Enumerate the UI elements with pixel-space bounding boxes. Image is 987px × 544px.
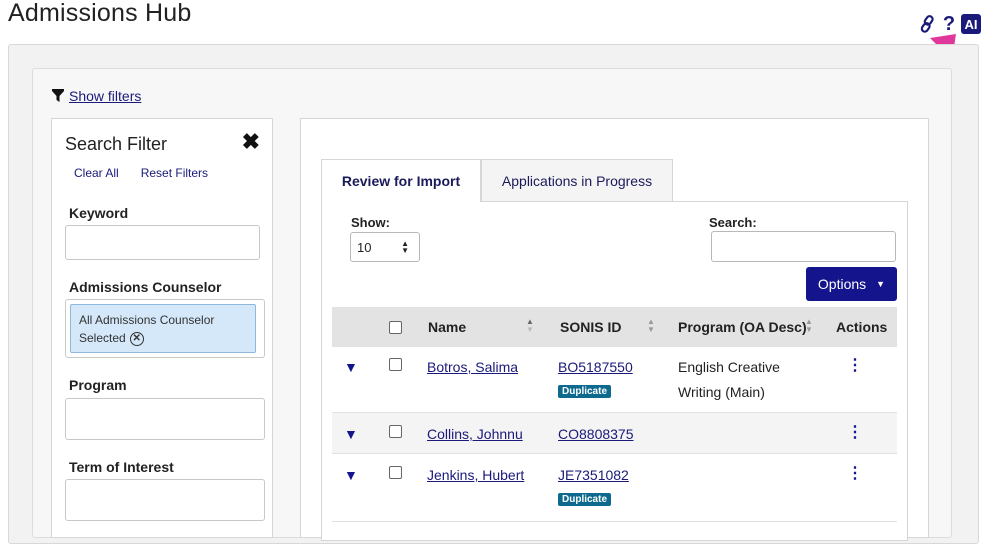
page-title: Admissions Hub <box>8 0 192 27</box>
reset-filters-link[interactable]: Reset Filters <box>141 166 208 180</box>
column-header-sonis-id[interactable]: SONIS ID <box>560 307 621 347</box>
row-checkbox[interactable] <box>389 425 402 438</box>
table-row: ▼ Botros, Salima BO5187550 Duplicate Eng… <box>332 347 897 413</box>
page-size-value: 10 <box>357 239 372 255</box>
column-header-actions: Actions <box>836 319 888 335</box>
sonis-id-link[interactable]: JE7351082 <box>558 467 629 483</box>
options-label: Options <box>817 276 867 292</box>
term-of-interest-label: Term of Interest <box>69 459 174 475</box>
keyword-label: Keyword <box>69 205 129 221</box>
admissions-counselor-select[interactable]: All Admissions Counselor Selected ✕ <box>65 299 265 358</box>
applicant-name-link[interactable]: Jenkins, Hubert <box>427 467 524 483</box>
table-row: ▼ Collins, Johnnu CO8808375 ⋮ <box>332 413 897 454</box>
applicant-name-link[interactable]: Collins, Johnnu <box>427 426 523 442</box>
page-size-select[interactable]: 10 ▲ ▼ <box>350 232 420 262</box>
program-label: Program <box>69 377 127 393</box>
term-of-interest-input[interactable] <box>65 479 265 521</box>
program-input[interactable] <box>65 398 265 440</box>
expand-row-icon[interactable]: ▼ <box>344 426 358 442</box>
sonis-id-link[interactable]: BO5187550 <box>558 359 633 375</box>
row-actions-icon[interactable]: ⋮ <box>847 466 863 482</box>
keyword-input[interactable] <box>65 225 260 260</box>
table-header: Name ▲ ▼ SONIS ID ▲ ▼ Program (OA Desc) ▲ ▼… <box>332 307 897 347</box>
show-label: Show: <box>351 215 390 230</box>
search-input[interactable] <box>711 231 896 262</box>
close-icon[interactable]: ✖ <box>242 131 260 153</box>
expand-row-icon[interactable]: ▼ <box>344 467 358 483</box>
tab-review-for-import[interactable]: Review for Import <box>321 159 481 202</box>
sort-icon[interactable]: ▲ ▼ <box>805 318 813 334</box>
tab-applications-in-progress[interactable]: Applications in Progress <box>481 159 673 202</box>
selected-counselor-chip: All Admissions Counselor Selected ✕ <box>70 304 256 353</box>
row-actions-icon[interactable]: ⋮ <box>847 358 863 374</box>
search-label: Search: <box>709 215 757 230</box>
program-line-2: Writing (Main) <box>678 384 765 400</box>
sort-icon[interactable]: ▲ ▼ <box>647 318 655 334</box>
row-actions-icon[interactable]: ⋮ <box>847 425 863 441</box>
search-filter-panel: Search Filter ✖ Clear All Reset Filters … <box>51 118 273 538</box>
expand-row-icon[interactable]: ▼ <box>344 359 358 375</box>
sonis-id-link[interactable]: CO8808375 <box>558 426 634 442</box>
show-filters-toggle[interactable]: Show filters <box>52 88 141 104</box>
chevron-down-icon: ▼ <box>876 279 886 289</box>
search-filter-title: Search Filter <box>65 134 168 154</box>
applicant-name-link[interactable]: Botros, Salima <box>427 359 518 375</box>
select-caret-icon: ▲ ▼ <box>401 239 409 255</box>
column-header-program[interactable]: Program (OA Desc) <box>678 307 807 347</box>
options-button[interactable]: Options ▼ <box>806 267 897 301</box>
column-header-name[interactable]: Name <box>428 307 466 347</box>
table-row: ▼ Jenkins, Hubert JE7351082 Duplicate ⋮ <box>332 454 897 522</box>
program-line-1: English Creative <box>678 359 780 375</box>
admissions-counselor-label: Admissions Counselor <box>69 279 222 295</box>
sort-icon[interactable]: ▲ ▼ <box>526 318 534 334</box>
row-checkbox[interactable] <box>389 358 402 371</box>
select-all-checkbox[interactable] <box>389 307 402 347</box>
row-checkbox[interactable] <box>389 466 402 479</box>
remove-chip-icon[interactable]: ✕ <box>129 331 144 346</box>
show-filters-link[interactable]: Show filters <box>69 88 141 104</box>
duplicate-badge: Duplicate <box>558 385 612 398</box>
clear-all-link[interactable]: Clear All <box>74 166 119 180</box>
chip-label: All Admissions Counselor Selected <box>79 313 215 345</box>
duplicate-badge: Duplicate <box>558 493 612 506</box>
filter-icon <box>52 89 64 102</box>
ai-assistant-button[interactable]: AI <box>961 14 981 34</box>
